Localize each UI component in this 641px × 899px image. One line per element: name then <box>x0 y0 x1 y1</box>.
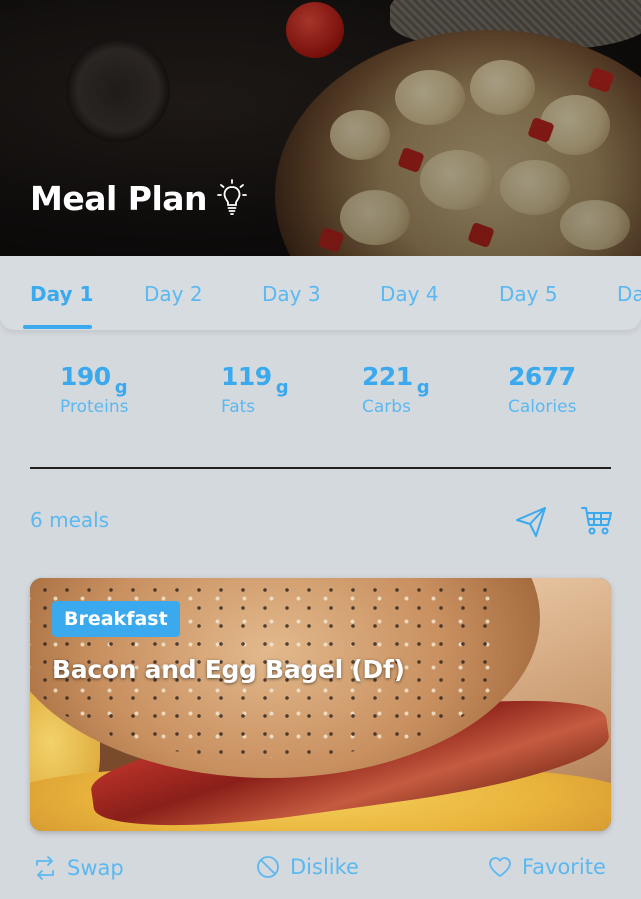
macro-proteins-value-row: 190 g <box>60 362 128 398</box>
macro-proteins-unit: g <box>114 377 128 398</box>
macro-calories-value-row: 2677 <box>508 362 576 391</box>
tab-day-2[interactable]: Day 2 <box>144 282 203 306</box>
tab-day-3[interactable]: Day 3 <box>262 282 321 306</box>
heart-icon <box>489 857 511 877</box>
swap-button[interactable]: Swap <box>33 855 124 881</box>
macro-carbs-value-row: 221 g <box>362 362 430 398</box>
section-divider <box>30 467 611 469</box>
tab-day-4[interactable]: Day 4 <box>380 282 439 306</box>
header-hero-image: Meal Plan <box>0 0 641 256</box>
macro-carbs-label: Carbs <box>362 397 411 417</box>
macro-fats-label: Fats <box>221 397 256 417</box>
meal-title[interactable]: Bacon and Egg Bagel (Df) <box>52 655 405 684</box>
macros-summary: 190 g Proteins 119 g Fats 221 g Carbs 26… <box>0 362 641 442</box>
macro-fats: 119 g Fats <box>221 362 289 417</box>
macro-carbs-value: 221 <box>362 362 413 391</box>
dislike-button[interactable]: Dislike <box>256 855 359 879</box>
swap-label: Swap <box>67 856 124 880</box>
favorite-button[interactable]: Favorite <box>488 855 606 879</box>
macro-proteins-label: Proteins <box>60 397 129 417</box>
macro-calories-label: Calories <box>508 397 577 417</box>
macro-carbs-unit: g <box>416 377 430 398</box>
dislike-label: Dislike <box>290 855 359 879</box>
macro-fats-value-row: 119 g <box>221 362 289 398</box>
macro-calories: 2677 Calories <box>508 362 576 417</box>
meals-count: 6 meals <box>30 508 110 532</box>
page-title: Meal Plan <box>30 178 247 218</box>
lightbulb-icon[interactable] <box>217 178 247 218</box>
paper-plane-icon[interactable] <box>514 505 548 539</box>
macro-calories-value: 2677 <box>508 362 576 391</box>
meal-type-badge: Breakfast <box>52 601 180 637</box>
macro-proteins-value: 190 <box>60 362 111 391</box>
favorite-label: Favorite <box>522 855 606 879</box>
block-icon <box>257 856 279 878</box>
day-tabs: Day 1 Day 2 Day 3 Day 4 Day 5 Da <box>0 256 641 330</box>
swap-icon <box>36 856 54 880</box>
tab-day-6[interactable]: Da <box>617 282 641 306</box>
macro-carbs: 221 g Carbs <box>362 362 430 417</box>
macro-fats-unit: g <box>275 377 289 398</box>
tab-day-5[interactable]: Day 5 <box>499 282 558 306</box>
shopping-cart-icon[interactable] <box>580 505 614 537</box>
page-title-text: Meal Plan <box>30 178 208 218</box>
macro-proteins: 190 g Proteins <box>60 362 128 417</box>
active-tab-indicator <box>23 325 92 329</box>
tab-day-1[interactable]: Day 1 <box>30 282 93 306</box>
macro-fats-value: 119 <box>221 362 272 391</box>
